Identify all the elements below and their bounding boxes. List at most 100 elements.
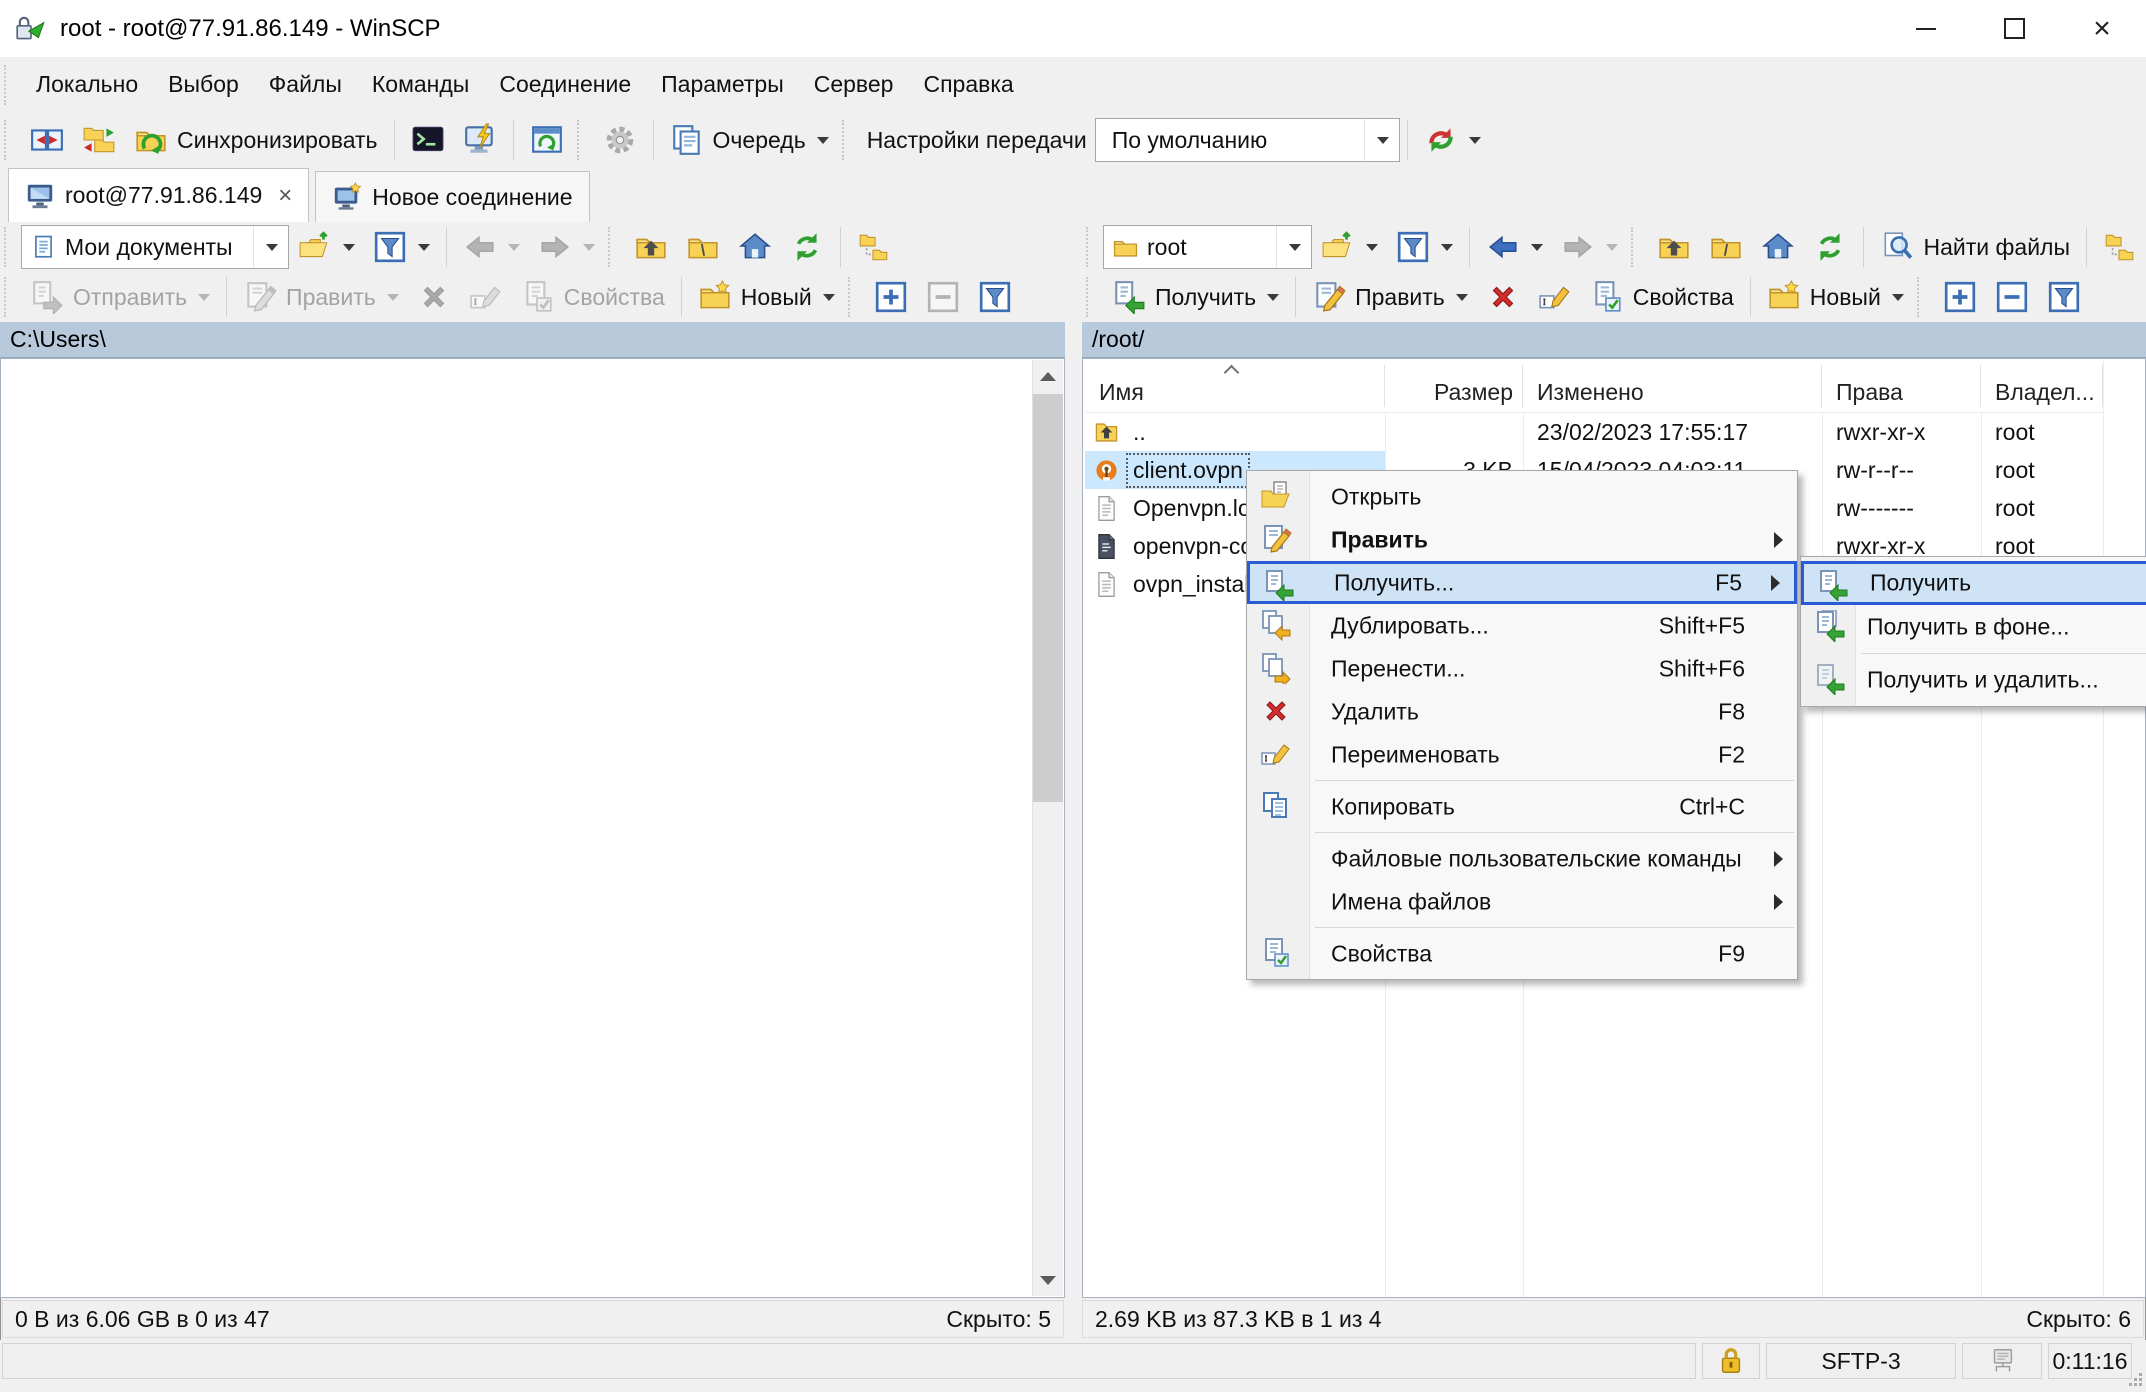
session-time-cell[interactable]: 0:11:16	[2048, 1343, 2132, 1379]
scrollbar-thumb[interactable]	[1033, 394, 1063, 802]
chevron-down-icon[interactable]	[1441, 244, 1453, 251]
scrollbar[interactable]	[1032, 360, 1063, 1296]
resize-grip-icon[interactable]	[2129, 1365, 2143, 1379]
scroll-down-icon[interactable]	[1033, 1264, 1063, 1296]
local-hidden-count[interactable]: Скрыто: 5	[946, 1306, 1051, 1333]
local-path-bar[interactable]: C:\Users\	[0, 322, 1065, 358]
chevron-down-icon[interactable]	[1267, 294, 1279, 301]
menu-7[interactable]: Справка	[908, 57, 1028, 112]
edit-button[interactable]: Править	[234, 274, 408, 320]
remote-directory-combobox[interactable]: root	[1103, 225, 1312, 269]
toolbar-grip[interactable]	[1086, 277, 1094, 317]
selection-filter-button[interactable]	[2038, 274, 2090, 320]
back-button[interactable]	[1477, 224, 1552, 270]
copy-path-button[interactable]	[2094, 224, 2146, 270]
chevron-down-icon[interactable]	[583, 244, 595, 251]
menu-3[interactable]: Команды	[357, 57, 484, 112]
local-directory-combobox[interactable]: Мои документы	[21, 225, 289, 269]
get-button[interactable]: Получить	[1103, 274, 1288, 320]
maximize-button[interactable]	[1970, 0, 2058, 57]
menu-custom-commands[interactable]: Файловые пользовательские команды	[1247, 837, 1797, 880]
menu-move[interactable]: Перенести...Shift+F6	[1247, 647, 1797, 690]
menu-6[interactable]: Сервер	[799, 57, 909, 112]
chevron-down-icon[interactable]	[823, 294, 835, 301]
chevron-down-icon[interactable]	[418, 244, 430, 251]
remote-hidden-count[interactable]: Скрыто: 6	[2026, 1306, 2131, 1333]
parent-directory-button[interactable]	[1648, 224, 1700, 270]
close-tab-icon[interactable]: ×	[278, 182, 292, 210]
menu-get[interactable]: Получить...F5	[1247, 561, 1797, 604]
chevron-down-icon[interactable]	[198, 294, 210, 301]
column-header-3[interactable]: Права	[1822, 359, 1981, 413]
toolbar-grip[interactable]	[608, 227, 616, 267]
transfer-sync-button[interactable]	[1415, 117, 1490, 163]
submenu-get[interactable]: Получить	[1801, 561, 2146, 605]
column-header-2[interactable]: Изменено	[1523, 359, 1822, 413]
select-remove-button[interactable]	[917, 274, 969, 320]
chevron-down-icon[interactable]	[387, 294, 399, 301]
forward-button[interactable]	[1552, 224, 1627, 270]
filter-button[interactable]	[364, 224, 439, 270]
toolbar-grip[interactable]	[4, 120, 12, 160]
menu-edit[interactable]: Править	[1247, 518, 1797, 561]
refresh-button[interactable]	[781, 224, 833, 270]
toolbar-grip[interactable]	[4, 65, 12, 105]
properties-button[interactable]: Свойства	[512, 274, 674, 320]
menu-file-names[interactable]: Имена файлов	[1247, 880, 1797, 923]
select-add-button[interactable]	[1934, 274, 1986, 320]
minimize-button[interactable]	[1882, 0, 1970, 57]
sync-browsing-button[interactable]	[73, 117, 125, 163]
rename-button[interactable]	[1529, 274, 1581, 320]
toolbar-grip[interactable]	[4, 227, 12, 267]
root-directory-button[interactable]: \	[677, 224, 729, 270]
synchronize-button[interactable]: Синхронизировать	[125, 117, 387, 163]
chevron-down-icon[interactable]	[1276, 226, 1311, 268]
refresh-button[interactable]	[1804, 224, 1856, 270]
menu-5[interactable]: Параметры	[646, 57, 799, 112]
home-directory-button[interactable]	[729, 224, 781, 270]
server-status-cell[interactable]	[1962, 1343, 2042, 1379]
menu-delete[interactable]: УдалитьF8	[1247, 690, 1797, 733]
close-button[interactable]: ×	[2058, 0, 2146, 57]
toolbar-grip[interactable]	[842, 120, 850, 160]
edit-button[interactable]: Править	[1303, 274, 1477, 320]
toolbar-grip[interactable]	[848, 277, 856, 317]
toolbar-grip[interactable]	[1631, 227, 1639, 267]
copy-path-button[interactable]	[848, 224, 900, 270]
menu-copy[interactable]: КопироватьCtrl+C	[1247, 785, 1797, 828]
chevron-down-icon[interactable]	[1366, 244, 1378, 251]
preferences-button[interactable]	[594, 117, 646, 163]
root-directory-button[interactable]: /	[1700, 224, 1752, 270]
queue-button[interactable]: Очередь	[661, 117, 838, 163]
rename-button[interactable]	[460, 274, 512, 320]
session-tab-0[interactable]: root@77.91.86.149×	[8, 168, 309, 222]
find-files-button[interactable]: Найти файлы	[1871, 224, 2079, 270]
chevron-down-icon[interactable]	[1456, 294, 1468, 301]
parent-directory-button[interactable]	[625, 224, 677, 270]
new-button[interactable]: Новый	[1758, 274, 1913, 320]
chevron-down-icon[interactable]	[1364, 119, 1399, 161]
send-button[interactable]: Отправить	[21, 274, 219, 320]
submenu-get-background[interactable]: Получить в фоне...	[1801, 605, 2146, 649]
remote-path-bar[interactable]: /root/	[1082, 322, 2146, 358]
chevron-down-icon[interactable]	[1892, 294, 1904, 301]
menu-rename[interactable]: ПереименоватьF2	[1247, 733, 1797, 776]
column-header-1[interactable]: Размер	[1385, 359, 1523, 413]
submenu-get-delete[interactable]: Получить и удалить...	[1801, 658, 2146, 702]
open-terminal-button[interactable]	[402, 117, 454, 163]
column-header-0[interactable]: Имя	[1085, 359, 1385, 413]
local-file-panel[interactable]	[0, 358, 1065, 1298]
back-button[interactable]	[454, 224, 529, 270]
select-add-button[interactable]	[865, 274, 917, 320]
toolbar-grip[interactable]	[1917, 277, 1925, 317]
toolbar-grip[interactable]	[1086, 227, 1094, 267]
chevron-down-icon[interactable]	[343, 244, 355, 251]
filter-button[interactable]	[1387, 224, 1462, 270]
chevron-down-icon[interactable]	[1469, 137, 1481, 144]
select-remove-button[interactable]	[1986, 274, 2038, 320]
delete-button[interactable]	[1477, 274, 1529, 320]
delete-button[interactable]	[408, 274, 460, 320]
properties-button[interactable]: Свойства	[1581, 274, 1743, 320]
chevron-down-icon[interactable]	[253, 226, 288, 268]
open-directory-button[interactable]	[1312, 224, 1387, 270]
